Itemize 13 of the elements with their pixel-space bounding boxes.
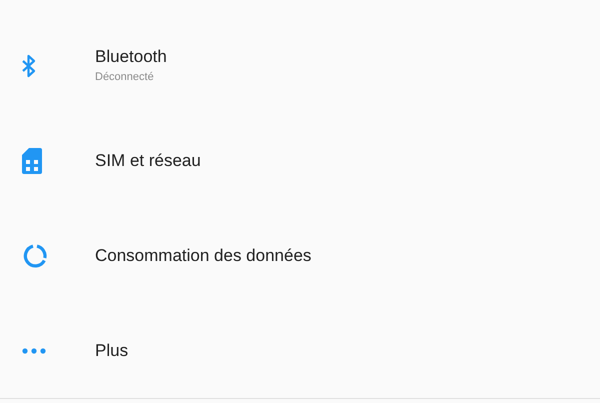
settings-item[interactable]: Consommation des données xyxy=(0,208,600,303)
bluetooth-icon xyxy=(22,54,36,78)
settings-item[interactable]: Plus xyxy=(0,303,600,398)
item-title: Plus xyxy=(95,340,128,362)
item-title: Consommation des données xyxy=(95,244,312,266)
data-usage-icon xyxy=(22,242,48,268)
settings-item[interactable]: SIM et réseau xyxy=(0,113,600,208)
sim-card-icon xyxy=(22,148,42,174)
item-title: SIM et réseau xyxy=(95,150,201,172)
more-icon xyxy=(22,348,46,354)
item-title: Bluetooth xyxy=(95,46,167,68)
item-subtitle: Déconnecté xyxy=(95,70,155,85)
settings-item[interactable]: Bluetooth Déconnecté xyxy=(0,18,600,113)
